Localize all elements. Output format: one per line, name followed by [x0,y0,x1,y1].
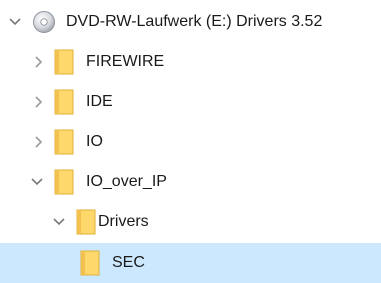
folder-tree: DVD-RW-Laufwerk (E:) Drivers 3.52 FIREWI… [0,0,381,283]
tree-item-drivers[interactable]: Drivers [0,202,381,242]
tree-item-ide[interactable]: IDE [0,82,381,122]
chevron-right-icon[interactable] [30,93,48,111]
tree-item-firewire[interactable]: FIREWIRE [0,42,381,82]
tree-item-io[interactable]: IO [0,122,381,162]
folder-icon [54,89,74,120]
folder-icon [80,250,100,281]
tree-item-label: FIREWIRE [86,53,165,70]
tree-item-label: IDE [86,93,113,110]
tree-item-io-over-ip[interactable]: IO_over_IP [0,162,381,202]
chevron-down-icon[interactable] [6,13,24,31]
folder-icon [54,49,74,80]
folder-icon [54,169,74,200]
chevron-right-icon[interactable] [30,133,48,151]
tree-item-label: IO [86,133,103,150]
tree-item-label: Drivers [98,213,149,230]
folder-icon [76,209,96,240]
tree-item-dvd-drive[interactable]: DVD-RW-Laufwerk (E:) Drivers 3.52 [0,2,381,42]
dvd-drive-icon [32,10,56,39]
tree-item-label: DVD-RW-Laufwerk (E:) Drivers 3.52 [66,13,323,30]
tree-item-label: SEC [112,254,145,271]
chevron-right-icon[interactable] [30,53,48,71]
chevron-down-icon[interactable] [50,213,68,231]
tree-item-label: IO_over_IP [86,173,167,190]
chevron-down-icon[interactable] [28,173,46,191]
tree-item-sec[interactable]: SEC [0,243,381,283]
folder-icon [54,129,74,160]
